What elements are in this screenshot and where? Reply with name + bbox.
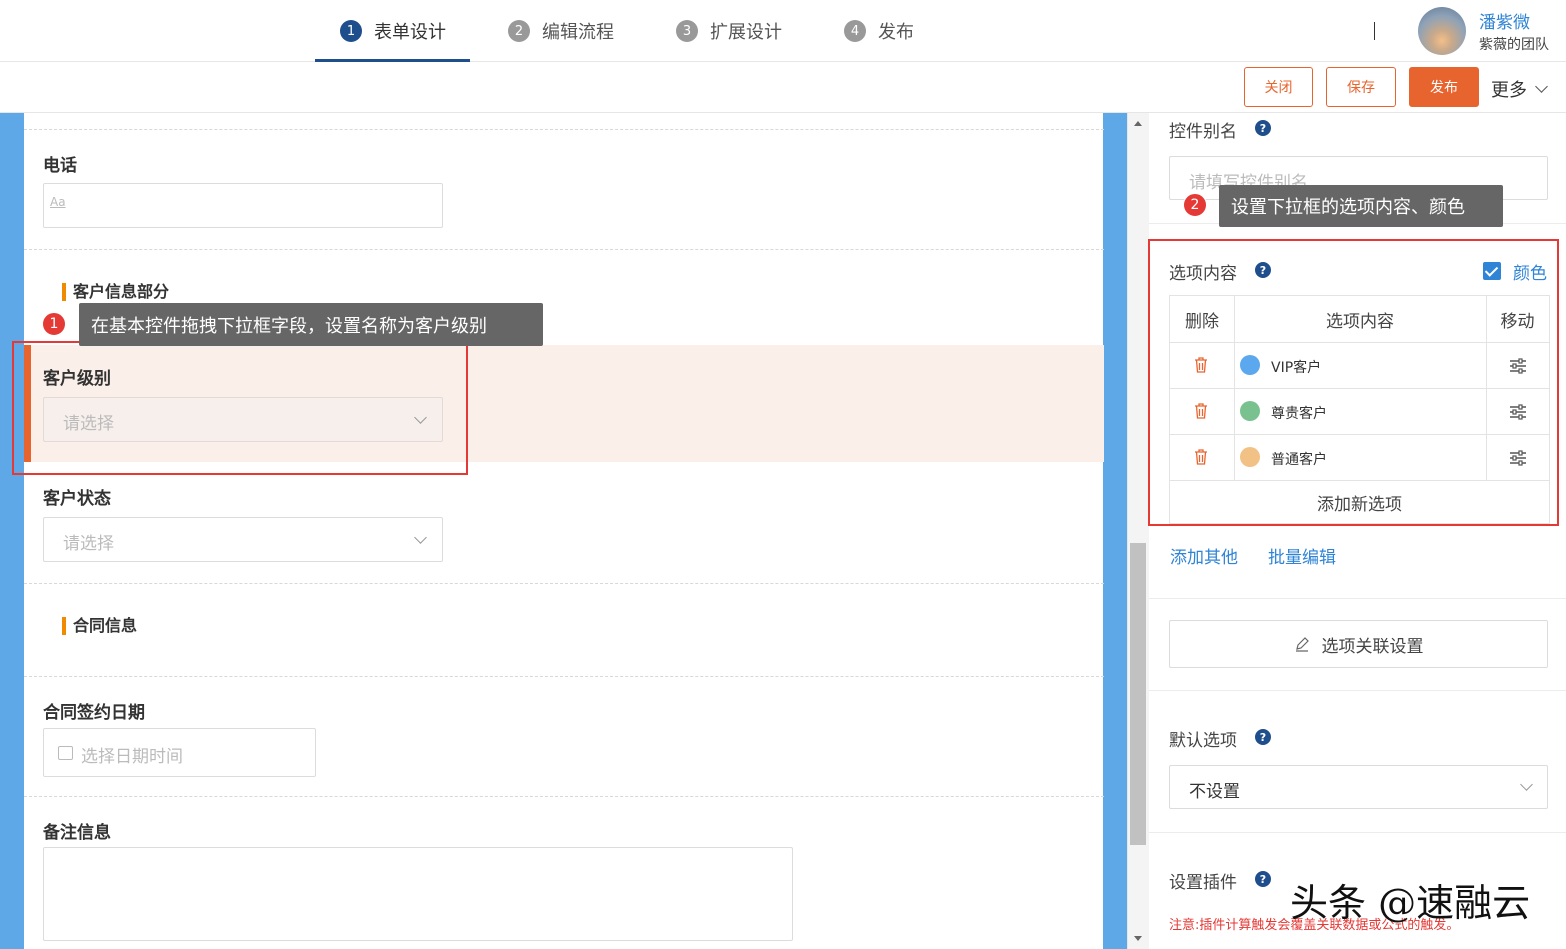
text-type-icon: Aa [50, 195, 66, 209]
step-label: 扩展设计 [710, 22, 782, 43]
section-title-contract: 合同信息 [62, 617, 137, 635]
tooltip-text: 在基本控件拖拽下拉框字段，设置名称为客户级别 [91, 315, 487, 337]
help-icon[interactable]: ? [1255, 729, 1271, 745]
help-icon[interactable]: ? [1255, 871, 1271, 887]
step-number: 1 [340, 20, 362, 42]
customer-status-select[interactable]: 请选择 [43, 517, 443, 562]
default-option-label: 默认选项 [1169, 731, 1237, 751]
step-badge-1: 1 [42, 312, 66, 336]
date-placeholder: 选择日期时间 [81, 747, 183, 767]
save-button[interactable]: 保存 [1326, 67, 1396, 107]
section-title-customer: 客户信息部分 [62, 283, 169, 301]
panel-divider [1149, 598, 1566, 599]
canvas-left-margin [0, 113, 24, 949]
remark-textarea[interactable] [43, 847, 793, 941]
alias-label: 控件别名 [1169, 122, 1237, 142]
batch-edit-link[interactable]: 批量编辑 [1268, 543, 1336, 568]
tooltip-step-2: 设置下拉框的选项内容、颜色 [1219, 185, 1503, 227]
chevron-down-icon [1535, 80, 1548, 93]
canvas-right-margin [1103, 113, 1127, 949]
step-form-design[interactable]: 1 表单设计 [340, 0, 446, 62]
pencil-icon [1295, 637, 1309, 652]
more-menu[interactable]: 更多 [1491, 76, 1548, 102]
step-number: 2 [508, 20, 530, 42]
publish-button[interactable]: 发布 [1409, 67, 1479, 107]
panel-divider [1149, 832, 1566, 833]
user-team: 紫薇的团队 [1479, 37, 1549, 53]
scroll-up-icon[interactable] [1134, 121, 1142, 126]
scrollbar-thumb[interactable] [1130, 543, 1146, 845]
default-option-select[interactable]: 不设置 [1169, 765, 1548, 809]
phone-input[interactable]: Aa [43, 183, 443, 228]
option-link-settings-button[interactable]: 选项关联设置 [1169, 620, 1548, 668]
sign-date-label: 合同签约日期 [43, 703, 145, 723]
field-divider [24, 249, 1104, 250]
step-label: 发布 [878, 22, 914, 43]
step-label: 编辑流程 [542, 22, 614, 43]
step-number: 3 [676, 20, 698, 42]
chevron-down-icon [1520, 778, 1533, 791]
annotation-box-2 [1148, 239, 1559, 526]
sign-date-input[interactable]: 选择日期时间 [43, 728, 316, 777]
calendar-icon [58, 746, 73, 760]
phone-field-label: 电话 [43, 156, 77, 176]
user-name[interactable]: 潘紫微 [1479, 8, 1530, 33]
divider [1374, 22, 1375, 40]
action-bar: 关闭 保存 发布 更多 [0, 62, 1566, 113]
more-label: 更多 [1491, 80, 1527, 101]
field-divider [24, 129, 1104, 130]
tooltip-step-1: 在基本控件拖拽下拉框字段，设置名称为客户级别 [79, 303, 543, 346]
tooltip-text: 设置下拉框的选项内容、颜色 [1231, 197, 1465, 218]
remark-label: 备注信息 [43, 823, 111, 843]
field-divider [24, 583, 1104, 584]
step-number: 4 [844, 20, 866, 42]
avatar[interactable] [1418, 7, 1466, 55]
option-link-settings-label: 选项关联设置 [1321, 636, 1424, 657]
annotation-box-1 [12, 341, 468, 475]
help-icon[interactable]: ? [1255, 120, 1271, 136]
step-extension-design[interactable]: 3 扩展设计 [676, 0, 782, 62]
field-divider [24, 676, 1104, 677]
default-option-value: 不设置 [1189, 782, 1240, 802]
customer-status-label: 客户状态 [43, 489, 111, 509]
select-placeholder: 请选择 [63, 534, 114, 554]
step-edit-flow[interactable]: 2 编辑流程 [508, 0, 614, 62]
panel-divider [1149, 690, 1566, 691]
step-publish[interactable]: 4 发布 [844, 0, 914, 62]
watermark-text: 头条 @速融云 [1290, 881, 1531, 925]
close-button[interactable]: 关闭 [1244, 67, 1313, 107]
add-other-link[interactable]: 添加其他 [1170, 543, 1238, 568]
top-step-bar: 1 表单设计 2 编辑流程 3 扩展设计 4 发布 潘紫微 紫薇的团队 [0, 0, 1566, 62]
step-badge-2: 2 [1183, 193, 1207, 217]
field-divider [24, 796, 1104, 797]
chevron-down-icon [414, 531, 427, 544]
step-label: 表单设计 [374, 22, 446, 43]
plugin-label: 设置插件 [1169, 873, 1237, 893]
scroll-down-icon[interactable] [1134, 936, 1142, 941]
